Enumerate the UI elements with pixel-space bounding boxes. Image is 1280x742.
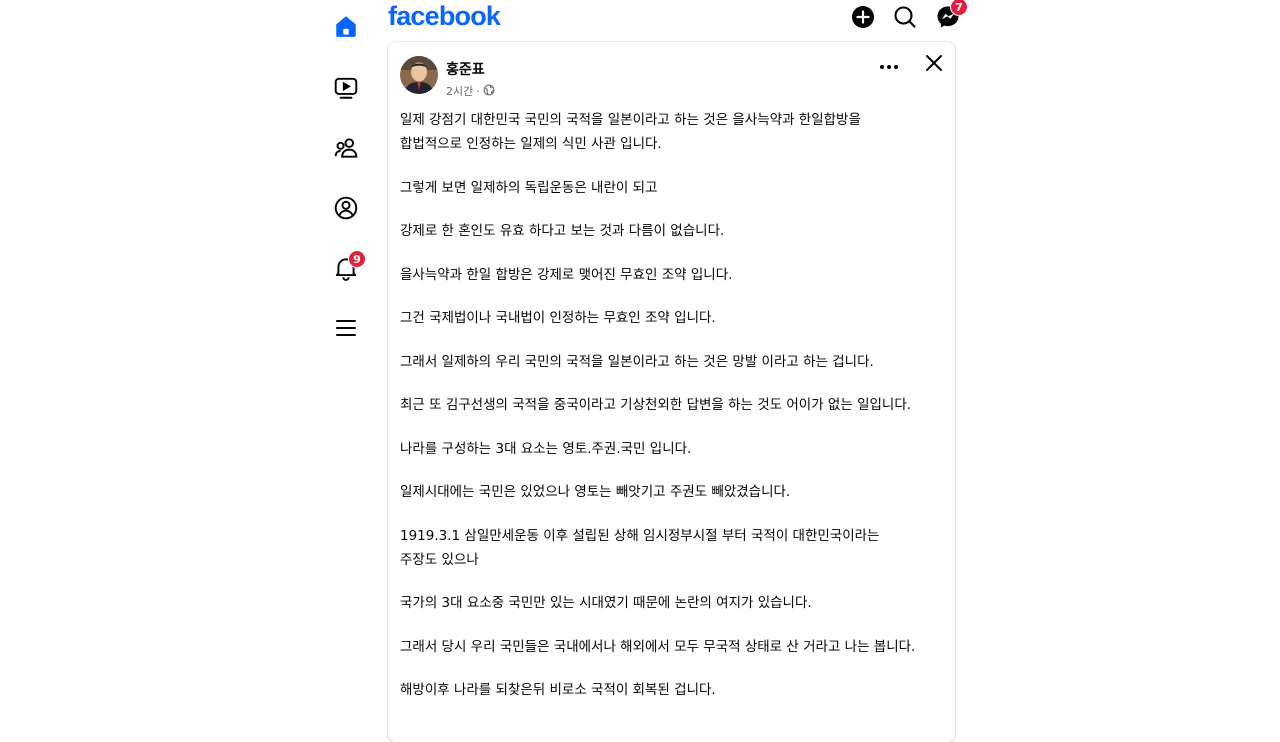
post-paragraph: 그래서 일제하의 우리 국민의 국적을 일본이라고 하는 것은 망발 이라고 하… (400, 353, 874, 370)
post-timestamp[interactable]: 2시간 (446, 83, 473, 99)
nav-friends[interactable] (322, 128, 370, 168)
post-card: 홍준표 2시간 · 일제 강점기 대한민국 국민의 국적을 일본이라고 하는 것… (388, 42, 955, 742)
nav-notifications[interactable]: 9 (322, 248, 370, 288)
messenger-badge: 7 (950, 0, 968, 16)
nav-profile[interactable] (322, 188, 370, 228)
messenger-button[interactable]: 7 (933, 0, 968, 34)
post-paragraph: 일제시대에는 국민은 있었으나 영토는 빼앗기고 주권도 빼았겼습니다. (400, 484, 791, 500)
post-author-name[interactable]: 홍준표 (446, 59, 485, 79)
create-button[interactable] (848, 4, 878, 34)
friends-icon (333, 135, 359, 161)
search-icon (893, 5, 917, 33)
more-icon (879, 55, 899, 74)
post-meta: 2시간 · (446, 83, 495, 99)
post-paragraph: 최근 또 김구선생의 국적을 중국이라고 기상천외한 답변을 하는 것도 어이가… (400, 397, 912, 413)
facebook-logo[interactable]: facebook (388, 1, 501, 32)
profile-icon (333, 195, 359, 221)
post-paragraph: 을사늑약과 한일 합방은 강제로 맺어진 무효인 조약 입니다. (400, 266, 733, 283)
post-paragraph: 일제 강점기 대한민국 국민의 국적을 일본이라고 하는 것은 을사늑약과 한일… (400, 112, 861, 152)
nav-home[interactable] (322, 6, 370, 46)
add-icon (851, 5, 875, 33)
post-paragraph: 그건 국제법이나 국내법이 인정하는 무효인 조약 입니다. (400, 310, 716, 326)
avatar[interactable] (400, 56, 438, 94)
globe-icon (483, 84, 495, 99)
nav-menu[interactable] (322, 308, 370, 348)
post-paragraph: 그렇게 보면 일제하의 독립운동은 내란이 되고 (400, 179, 658, 196)
post-paragraph: 해방이후 나라를 되찾은뒤 비로소 국적이 회복된 겁니다. (400, 682, 716, 698)
search-button[interactable] (890, 4, 920, 34)
post-paragraph: 1919.3.1 삼일만세운동 이후 설립된 상해 임시정부시절 부터 국적이 … (400, 527, 880, 568)
video-icon (333, 75, 359, 101)
notification-badge: 9 (348, 250, 366, 268)
post-paragraph: 그래서 당시 우리 국민들은 국내에서나 해외에서 모두 무국적 상태로 산 거… (400, 638, 916, 655)
menu-icon (334, 316, 358, 340)
home-icon (333, 13, 359, 39)
post-paragraph: 나라를 구성하는 3대 요소는 영토.주권.국민 입니다. (400, 440, 692, 457)
nav-video[interactable] (322, 68, 370, 108)
meta-separator: · (476, 84, 480, 98)
top-bar: facebook 7 (388, 0, 968, 40)
close-button[interactable] (921, 52, 947, 78)
post-paragraph: 국가의 3대 요소중 국민만 있는 시대였기 때문에 논란의 여지가 있습니다. (400, 595, 812, 611)
post-body: 일제 강점기 대한민국 국민의 국적을 일본이라고 하는 것은 을사늑약과 한일… (400, 108, 950, 722)
more-options-button[interactable] (874, 54, 904, 74)
app-root: 9 facebook 7 홍준표 2시간 · 일제 강점기 대한민국 국민의 국… (0, 0, 1280, 742)
close-icon (925, 54, 943, 76)
post-paragraph: 강제로 한 혼인도 유효 하다고 보는 것과 다름이 없습니다. (400, 223, 725, 239)
left-nav-rail: 9 (322, 0, 370, 720)
